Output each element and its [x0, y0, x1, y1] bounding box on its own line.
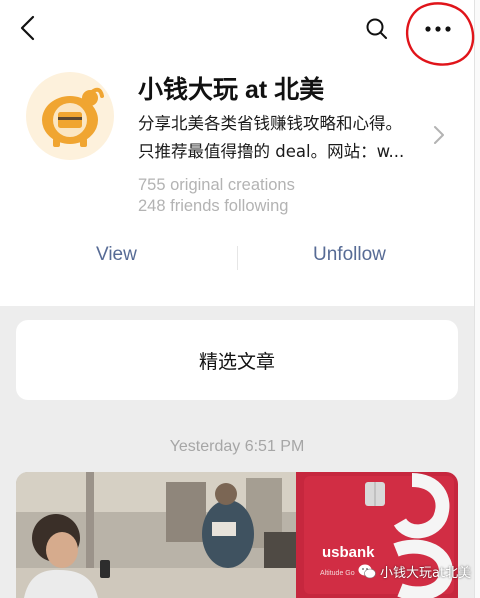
back-arrow-icon [20, 15, 35, 41]
more-button[interactable] [416, 12, 460, 46]
unfollow-button[interactable]: Unfollow [313, 244, 386, 266]
piggy-bank-icon [42, 87, 104, 147]
original-creations-count: 755 original creations [138, 176, 295, 194]
action-divider [237, 246, 238, 270]
account-description[interactable]: 分享北美各类省钱赚钱攻略和心得。 只推荐最值得撸的 deal。网站：w... [138, 110, 428, 166]
watermark-text: 小钱大玩at北美 [380, 566, 472, 581]
bank-logo-text: usbank [322, 544, 375, 561]
watermark: 小钱大玩at北美 [358, 562, 471, 581]
back-button[interactable] [10, 10, 46, 46]
search-icon [366, 18, 387, 39]
featured-articles-button[interactable]: 精选文章 [16, 320, 458, 400]
account-stats: 755 original creations 248 friends follo… [138, 175, 295, 217]
wechat-icon [358, 564, 376, 579]
view-button[interactable]: View [96, 244, 137, 266]
account-name: 小钱大玩 at 北美 [138, 76, 325, 104]
description-line-1: 分享北美各类省钱赚钱攻略和心得。 [138, 114, 402, 133]
card-name: Altitude Go [320, 570, 355, 577]
scrollbar-strip [474, 0, 480, 598]
chevron-right-icon[interactable] [430, 124, 448, 146]
message-timestamp: Yesterday 6:51 PM [169, 438, 305, 455]
search-button[interactable] [360, 12, 394, 46]
more-icon [425, 26, 451, 32]
friends-following-count: 248 friends following [138, 197, 289, 215]
description-line-2: 只推荐最值得撸的 deal。网站：w... [138, 142, 405, 161]
account-avatar[interactable] [26, 72, 114, 160]
